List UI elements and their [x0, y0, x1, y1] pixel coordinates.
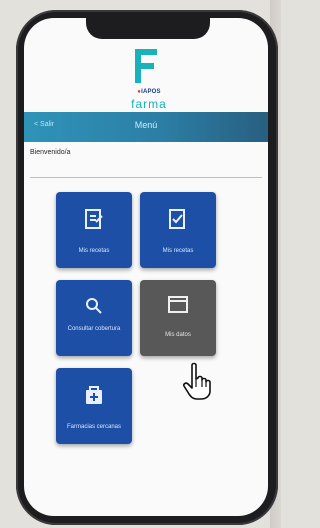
- phone-notch: [86, 18, 210, 39]
- pharmacy-bag-icon: [86, 386, 102, 404]
- app-screen: ●IAPOS farma < Salir Menú Bienvenido/a M…: [24, 18, 268, 516]
- tile-coverage[interactable]: Consultar cobertura: [56, 280, 132, 356]
- tile-label: Mis recetas: [162, 248, 194, 254]
- tile-label: Farmacias cercanas: [66, 424, 122, 430]
- tile-label: Consultar cobertura: [67, 326, 121, 332]
- header-bar: < Salir Menú: [24, 112, 268, 142]
- app-logo: ●IAPOS farma: [122, 47, 176, 115]
- checklist-icon: [169, 209, 185, 229]
- welcome-text: Bienvenido/a: [30, 149, 71, 156]
- hand-pointer-icon: [183, 362, 211, 400]
- prescription-icon: [85, 209, 103, 229]
- app-name: farma: [131, 97, 167, 111]
- farma-logo-icon: [135, 49, 157, 83]
- brand-name: ●IAPOS: [137, 89, 161, 95]
- divider: [30, 177, 262, 178]
- window-icon: [168, 296, 188, 313]
- page-title: Menú: [134, 120, 158, 130]
- tile-my-data[interactable]: Mis datos: [140, 280, 216, 356]
- tile-pharmacies[interactable]: Farmacias cercanas: [56, 368, 132, 444]
- search-document-icon: [86, 298, 102, 314]
- tile-prescriptions[interactable]: Mis recetas: [56, 192, 132, 268]
- tile-label: Mis datos: [165, 332, 191, 338]
- tile-prescriptions-checked[interactable]: Mis recetas: [140, 192, 216, 268]
- tile-label: Mis recetas: [78, 248, 110, 254]
